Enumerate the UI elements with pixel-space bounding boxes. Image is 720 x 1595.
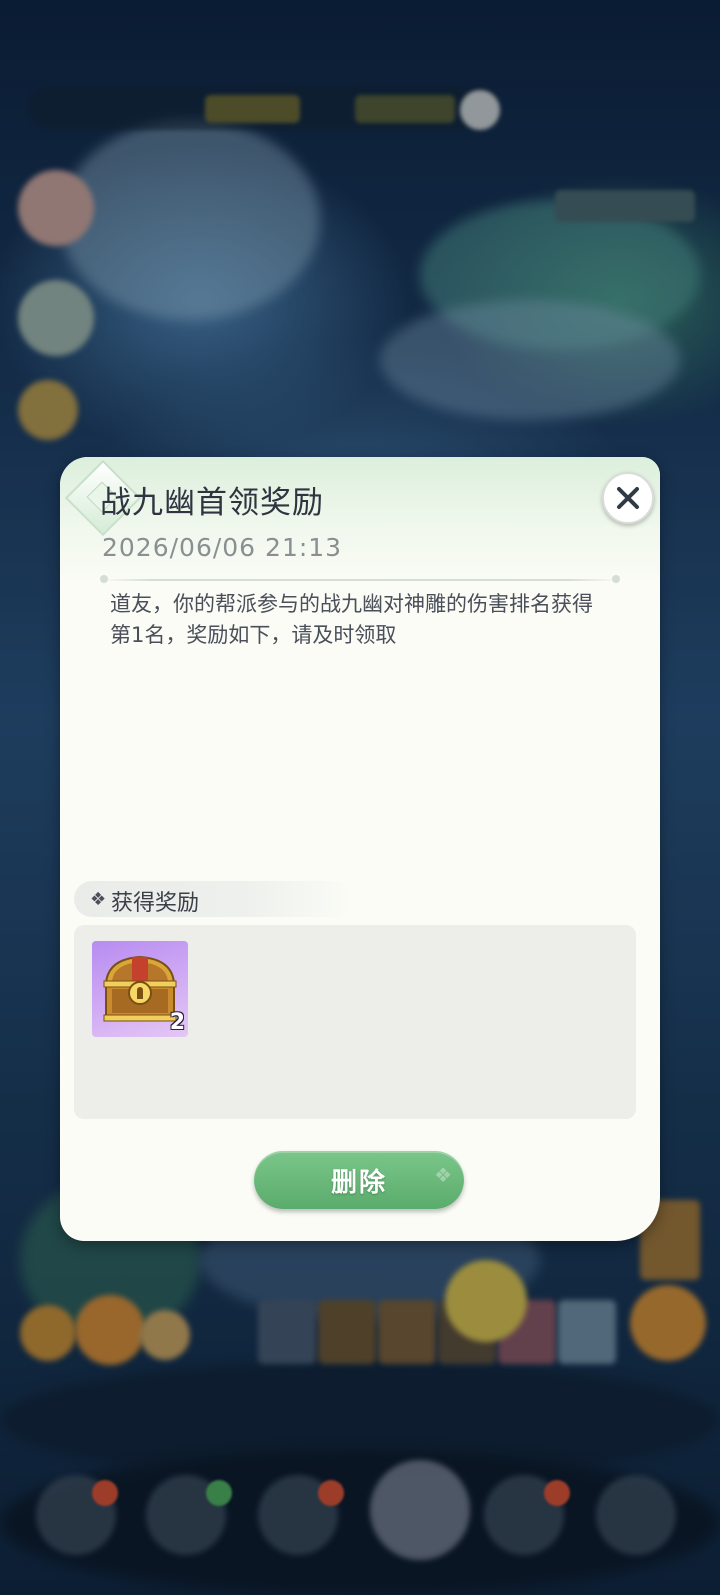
divider-dot [612,575,620,583]
sparkle-icon: ❖ [90,889,107,910]
delete-button[interactable]: 删除 ❖ [254,1151,464,1209]
mail-datetime: 2026/06/06 21:13 [102,533,343,562]
delete-label: 删除 [330,1167,387,1198]
close-icon [617,487,639,509]
reward-item[interactable]: 2 [92,941,188,1037]
close-button[interactable] [602,472,654,524]
mail-message: 道友，你的帮派参与的战九幽对神雕的伤害排名获得第1名，奖励如下，请及时领取 [110,592,593,647]
mail-title: 战九幽首领奖励 [100,485,324,521]
divider [100,579,620,581]
sparkle-decoration-icon: ❖ [434,1163,452,1187]
divider-dot [100,575,108,583]
reward-section-title: 获得奖励 [111,891,200,916]
mail-dialog: 战九幽首领奖励 2026/06/06 21:13 道友，你的帮派参与的战九幽对神… [60,457,660,1241]
reward-count: 2 [169,1010,185,1035]
